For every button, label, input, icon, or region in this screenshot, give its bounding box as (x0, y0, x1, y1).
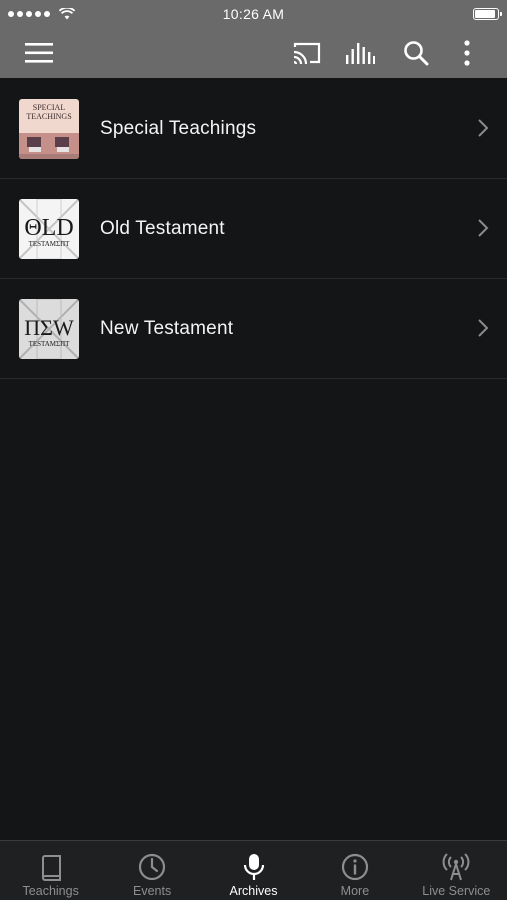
thumb-text-old: ΘLD (24, 215, 73, 241)
thumb-text-new: ПΣW (24, 315, 74, 340)
tab-label: More (340, 884, 370, 898)
microphone-icon (243, 854, 264, 880)
list-item-new-testament[interactable]: ПΣW TESTAMΣПT New Testament (0, 279, 507, 379)
chevron-right-icon (478, 119, 489, 137)
more-vert-icon[interactable] (463, 40, 471, 66)
cast-icon[interactable] (292, 41, 322, 65)
thumb-text-testament: TESTAMΣПT (29, 340, 71, 348)
thumb-text-special: SPECIAL (33, 103, 66, 112)
special-teachings-thumbnail: SPECIAL TEACHINGS (19, 98, 79, 159)
clock-icon (139, 853, 166, 881)
new-testament-thumbnail: ПΣW TESTAMΣПT (19, 298, 79, 359)
thumb-text-teachings: TEACHINGS (26, 112, 71, 121)
equalizer-icon[interactable] (345, 41, 375, 65)
tab-label: Archives (229, 884, 278, 898)
list-item-old-testament[interactable]: ΘLD TESTAMΣПT Old Testament (0, 179, 507, 279)
chevron-right-icon (478, 319, 489, 337)
broadcast-icon (442, 853, 470, 881)
menu-icon[interactable] (25, 42, 53, 64)
book-icon (41, 855, 61, 881)
tab-teachings[interactable]: Teachings (0, 841, 101, 900)
tab-label: Events (133, 884, 172, 898)
tab-label: Teachings (22, 884, 79, 898)
archives-list: SPECIAL TEACHINGS Special Teachings ΘLD … (0, 79, 507, 379)
list-item-label: Old Testament (100, 217, 225, 239)
tab-label: Live Service (422, 884, 491, 898)
status-time: 10:26 AM (222, 6, 285, 22)
list-item-label: New Testament (100, 317, 234, 339)
list-item-label: Special Teachings (100, 117, 257, 139)
status-bar: 10:26 AM (0, 0, 507, 28)
tab-events[interactable]: Events (101, 841, 202, 900)
tab-live-service[interactable]: Live Service (406, 841, 507, 900)
thumb-text-testament: TESTAMΣПT (29, 240, 71, 248)
info-icon (341, 853, 369, 881)
tab-archives[interactable]: Archives (203, 841, 304, 900)
battery-icon (473, 8, 502, 20)
search-icon[interactable] (403, 40, 429, 66)
tab-bar: Teachings Events Archives More Live Serv… (0, 840, 507, 900)
chevron-right-icon (478, 219, 489, 237)
app-bar (0, 28, 507, 78)
tab-more[interactable]: More (304, 841, 405, 900)
list-item-special-teachings[interactable]: SPECIAL TEACHINGS Special Teachings (0, 79, 507, 179)
old-testament-thumbnail: ΘLD TESTAMΣПT (19, 198, 79, 259)
